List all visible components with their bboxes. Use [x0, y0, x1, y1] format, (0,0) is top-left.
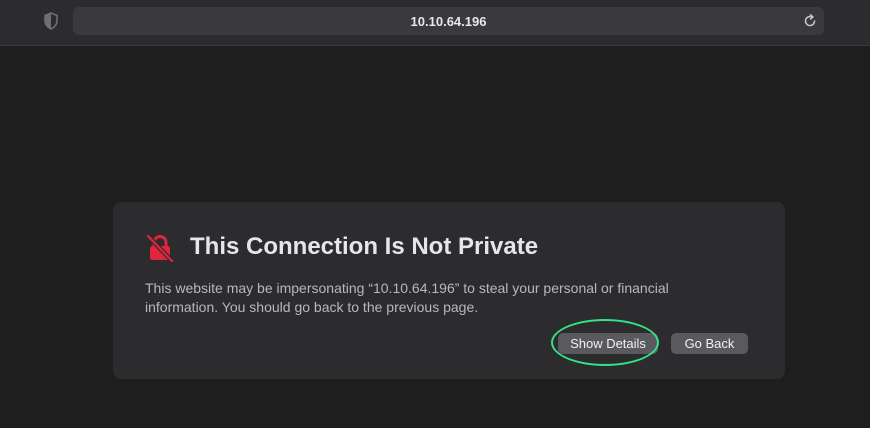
show-details-button[interactable]: Show Details [558, 333, 658, 354]
warning-panel: This Connection Is Not Private This webs… [113, 202, 785, 379]
warning-message: This website may be impersonating “10.10… [145, 280, 669, 315]
go-back-button[interactable]: Go Back [671, 333, 748, 354]
insecure-lock-icon [145, 233, 175, 263]
address-bar[interactable]: 10.10.64.196 [73, 7, 824, 35]
privacy-shield-icon[interactable] [43, 12, 59, 30]
browser-toolbar: 10.10.64.196 [0, 0, 870, 46]
reload-icon[interactable] [802, 13, 818, 29]
page-title: This Connection Is Not Private [190, 233, 539, 260]
address-text: 10.10.64.196 [410, 13, 487, 29]
